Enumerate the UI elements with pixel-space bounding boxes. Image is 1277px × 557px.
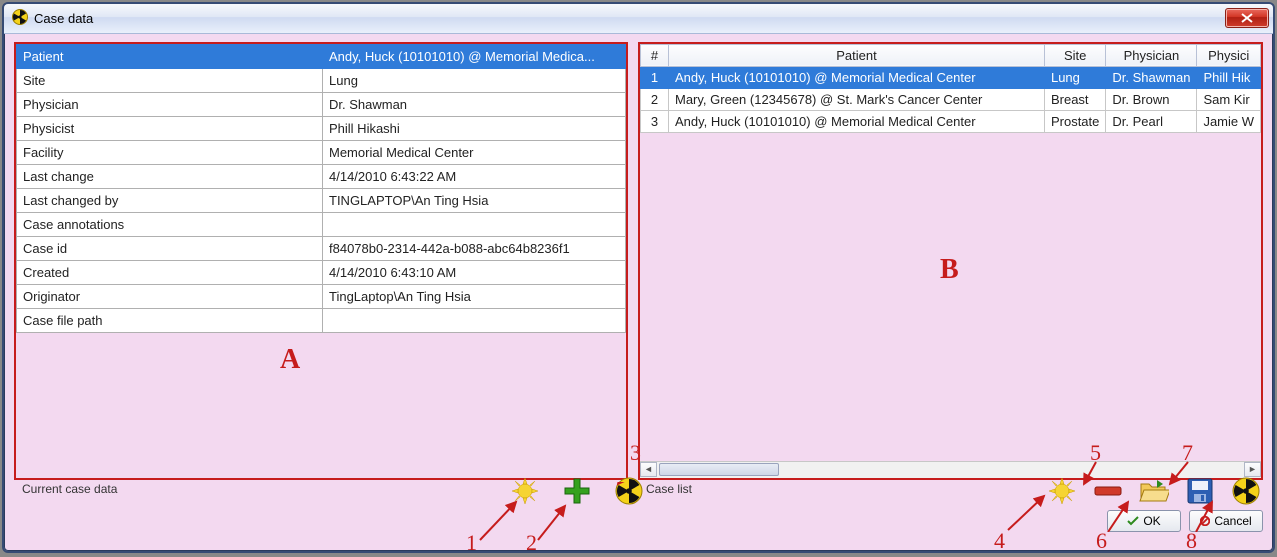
property-value: Dr. Shawman <box>323 92 626 116</box>
load-case-button[interactable] <box>612 474 646 508</box>
case-property-row[interactable]: Case file path <box>17 308 626 332</box>
case-property-row[interactable]: Created4/14/2010 6:43:10 AM <box>17 260 626 284</box>
new-case-button[interactable] <box>508 474 542 508</box>
add-case-button[interactable] <box>560 474 594 508</box>
case-property-row[interactable]: PhysicianDr. Shawman <box>17 92 626 116</box>
cell-patient: Andy, Huck (10101010) @ Memorial Medical… <box>669 66 1045 88</box>
property-key: Patient <box>17 44 323 68</box>
case-property-row[interactable]: PhysicistPhill Hikashi <box>17 116 626 140</box>
property-value: TingLaptop\An Ting Hsia <box>323 284 626 308</box>
cell-site: Lung <box>1044 66 1105 88</box>
property-value <box>323 212 626 236</box>
new-list-button[interactable] <box>1045 474 1079 508</box>
col-header-patient[interactable]: Patient <box>669 44 1045 66</box>
case-property-row[interactable]: SiteLung <box>17 68 626 92</box>
case-property-table[interactable]: PatientAndy, Huck (10101010) @ Memorial … <box>16 44 626 333</box>
property-key: Case id <box>17 236 323 260</box>
cell-physician: Dr. Pearl <box>1106 110 1197 132</box>
cell-num: 2 <box>641 88 669 110</box>
case-property-row[interactable]: Last changed byTINGLAPTOP\An Ting Hsia <box>17 188 626 212</box>
property-key: Case annotations <box>17 212 323 236</box>
cell-physician: Dr. Brown <box>1106 88 1197 110</box>
footer-right: Case list <box>646 482 1263 547</box>
open-list-button[interactable] <box>1137 474 1171 508</box>
case-property-row[interactable]: OriginatorTingLaptop\An Ting Hsia <box>17 284 626 308</box>
cell-num: 3 <box>641 110 669 132</box>
footer: Current case data <box>4 482 1273 551</box>
property-key: Case file path <box>17 308 323 332</box>
radiation-icon <box>12 9 28 28</box>
case-list-row[interactable]: 1Andy, Huck (10101010) @ Memorial Medica… <box>641 66 1261 88</box>
case-list-row[interactable]: 2Mary, Green (12345678) @ St. Mark's Can… <box>641 88 1261 110</box>
current-case-label: Current case data <box>22 482 117 496</box>
col-header-physicist[interactable]: Physici <box>1197 44 1261 66</box>
col-header-num[interactable]: # <box>641 44 669 66</box>
property-key: Facility <box>17 140 323 164</box>
property-value: Memorial Medical Center <box>323 140 626 164</box>
cell-site: Prostate <box>1044 110 1105 132</box>
case-property-row[interactable]: Last change4/14/2010 6:43:22 AM <box>17 164 626 188</box>
case-property-row[interactable]: Case idf84078b0-2314-442a-b088-abc64b823… <box>17 236 626 260</box>
case-data-window: Case data PatientAndy, Huck (10101010) @… <box>2 2 1275 553</box>
case-property-row[interactable]: FacilityMemorial Medical Center <box>17 140 626 164</box>
property-key: Last changed by <box>17 188 323 212</box>
property-key: Originator <box>17 284 323 308</box>
case-list-table[interactable]: # Patient Site Physician Physici 1Andy, … <box>640 44 1261 133</box>
remove-case-button[interactable] <box>1091 474 1125 508</box>
property-value: Phill Hikashi <box>323 116 626 140</box>
annotation-6: 6 <box>1096 528 1107 553</box>
cell-physicist: Jamie W <box>1197 110 1261 132</box>
right-toolbar <box>1045 474 1263 508</box>
property-value <box>323 308 626 332</box>
cell-site: Breast <box>1044 88 1105 110</box>
col-header-site[interactable]: Site <box>1044 44 1105 66</box>
cell-patient: Andy, Huck (10101010) @ Memorial Medical… <box>669 110 1045 132</box>
case-list-panel: # Patient Site Physician Physici 1Andy, … <box>638 42 1263 480</box>
cell-patient: Mary, Green (12345678) @ St. Mark's Canc… <box>669 88 1045 110</box>
window-close-button[interactable] <box>1225 8 1269 28</box>
cell-physician: Dr. Shawman <box>1106 66 1197 88</box>
load-list-case-button[interactable] <box>1229 474 1263 508</box>
cell-physicist: Phill Hik <box>1197 66 1261 88</box>
cell-num: 1 <box>641 66 669 88</box>
ok-label: OK <box>1143 514 1160 528</box>
cancel-button[interactable]: Cancel <box>1189 510 1263 532</box>
property-key: Last change <box>17 164 323 188</box>
cancel-label: Cancel <box>1214 514 1251 528</box>
property-value: 4/14/2010 6:43:10 AM <box>323 260 626 284</box>
window-body: PatientAndy, Huck (10101010) @ Memorial … <box>4 34 1273 482</box>
annotation-4: 4 <box>994 528 1005 553</box>
property-value: TINGLAPTOP\An Ting Hsia <box>323 188 626 212</box>
footer-left: Current case data <box>22 482 646 547</box>
property-value: f84078b0-2314-442a-b088-abc64b8236f1 <box>323 236 626 260</box>
annotation-2: 2 <box>526 530 537 553</box>
col-header-physician[interactable]: Physician <box>1106 44 1197 66</box>
save-list-button[interactable] <box>1183 474 1217 508</box>
window-title: Case data <box>34 11 1225 26</box>
titlebar: Case data <box>4 4 1273 34</box>
property-key: Created <box>17 260 323 284</box>
section-letter-a: A <box>280 344 300 376</box>
case-list-label: Case list <box>646 482 692 496</box>
current-case-panel: PatientAndy, Huck (10101010) @ Memorial … <box>14 42 628 480</box>
property-value: 4/14/2010 6:43:22 AM <box>323 164 626 188</box>
property-value: Andy, Huck (10101010) @ Memorial Medica.… <box>323 44 626 68</box>
dialog-buttons: OK Cancel <box>1107 510 1263 532</box>
property-key: Site <box>17 68 323 92</box>
property-value: Lung <box>323 68 626 92</box>
cell-physicist: Sam Kir <box>1197 88 1261 110</box>
scroll-thumb[interactable] <box>659 463 779 476</box>
case-list-row[interactable]: 3Andy, Huck (10101010) @ Memorial Medica… <box>641 110 1261 132</box>
case-property-row[interactable]: PatientAndy, Huck (10101010) @ Memorial … <box>17 44 626 68</box>
property-key: Physicist <box>17 116 323 140</box>
case-property-row[interactable]: Case annotations <box>17 212 626 236</box>
annotation-1: 1 <box>466 530 477 553</box>
property-key: Physician <box>17 92 323 116</box>
ok-button[interactable]: OK <box>1107 510 1181 532</box>
left-toolbar <box>508 474 646 508</box>
